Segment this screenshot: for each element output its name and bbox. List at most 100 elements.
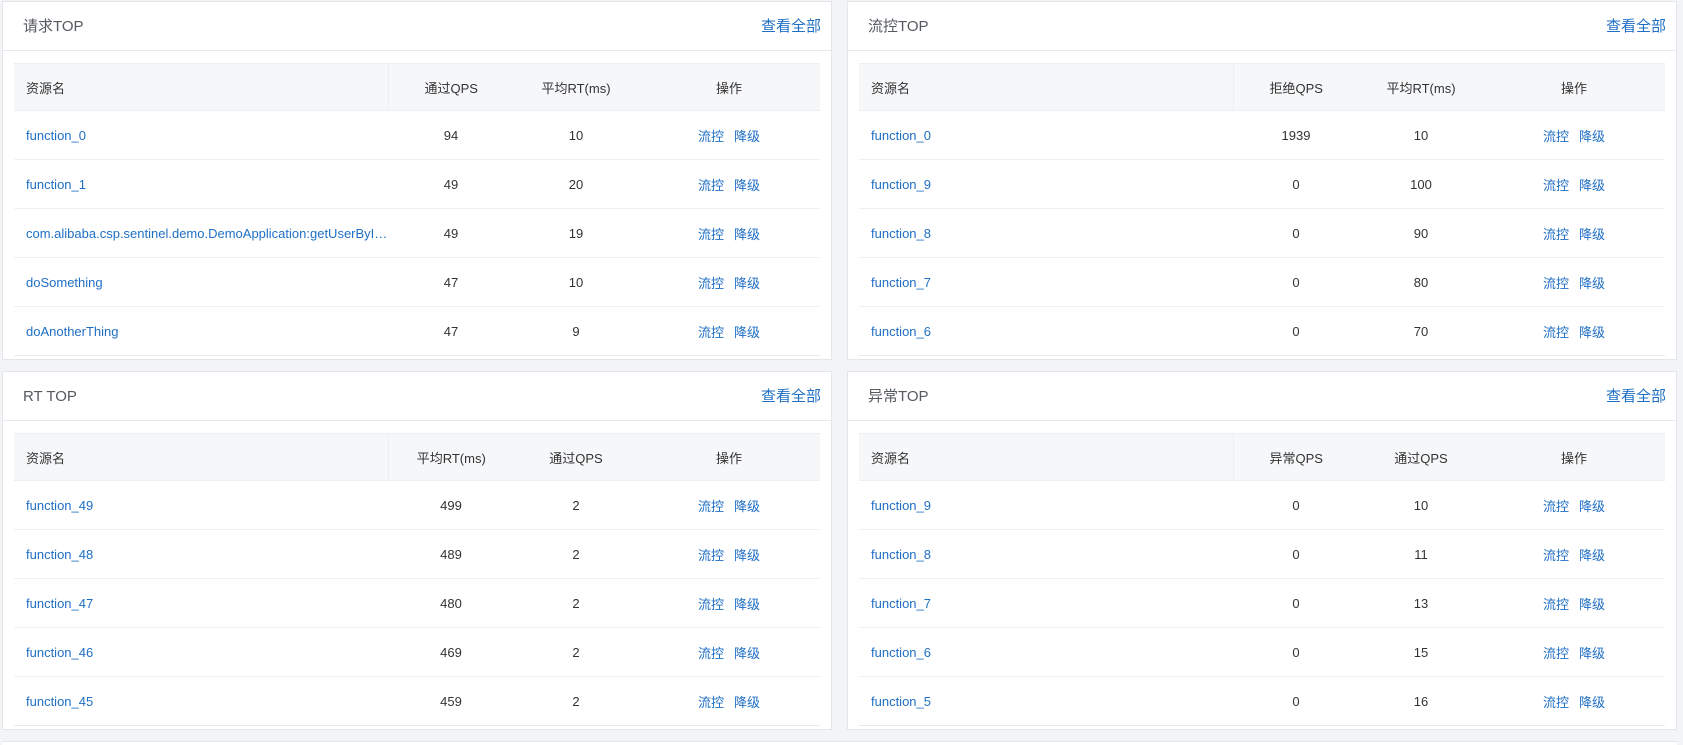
- flow-control-link[interactable]: 流控: [698, 594, 724, 613]
- metric-1-value: 0: [1233, 676, 1359, 726]
- panel-title: 请求TOP: [23, 18, 84, 35]
- resource-name-link[interactable]: function_48: [14, 529, 388, 579]
- metric-1-value: 47: [388, 257, 514, 307]
- exception-top-table: 资源名 异常QPS 通过QPS 操作 function_9 0 10 流控 降级 function…: [859, 433, 1665, 726]
- resource-name-link[interactable]: function_45: [14, 676, 388, 726]
- resource-name-link[interactable]: function_7: [859, 257, 1233, 307]
- flow-control-link[interactable]: 流控: [698, 175, 724, 194]
- degrade-link[interactable]: 降级: [1579, 273, 1605, 292]
- resource-name-link[interactable]: function_49: [14, 480, 388, 530]
- row-actions: 流控 降级: [1483, 159, 1665, 209]
- column-header-resource: 资源名: [14, 63, 389, 111]
- flow-control-link[interactable]: 流控: [1543, 692, 1569, 711]
- resource-name-link[interactable]: doAnotherThing: [14, 306, 388, 356]
- panel-title: 流控TOP: [868, 18, 929, 35]
- metric-1-value: 0: [1233, 480, 1359, 530]
- flow-control-link[interactable]: 流控: [698, 643, 724, 662]
- resource-name-link[interactable]: doSomething: [14, 257, 388, 307]
- column-header-actions: 操作: [638, 433, 820, 481]
- table-header-row: 资源名 异常QPS 通过QPS 操作: [859, 433, 1665, 481]
- resource-name-link[interactable]: function_47: [14, 578, 388, 628]
- resource-name-link[interactable]: function_46: [14, 627, 388, 677]
- flow-control-link[interactable]: 流控: [1543, 224, 1569, 243]
- table-row: function_45 459 2 流控 降级: [14, 676, 820, 726]
- flow-control-link[interactable]: 流控: [1543, 594, 1569, 613]
- flow-control-link[interactable]: 流控: [1543, 126, 1569, 145]
- resource-name-link[interactable]: function_6: [859, 627, 1233, 677]
- degrade-link[interactable]: 降级: [734, 545, 760, 564]
- degrade-link[interactable]: 降级: [1579, 322, 1605, 341]
- flow-control-link[interactable]: 流控: [1543, 175, 1569, 194]
- metric-2-value: 16: [1359, 676, 1483, 726]
- degrade-link[interactable]: 降级: [734, 175, 760, 194]
- metric-1-value: 47: [388, 306, 514, 356]
- table-row: function_0 1939 10 流控 降级: [859, 110, 1665, 160]
- degrade-link[interactable]: 降级: [1579, 126, 1605, 145]
- flow-control-link[interactable]: 流控: [1543, 496, 1569, 515]
- degrade-link[interactable]: 降级: [1579, 224, 1605, 243]
- flow-control-link[interactable]: 流控: [698, 126, 724, 145]
- column-header-metric-1: 平均RT(ms): [388, 433, 514, 481]
- metric-2-value: 10: [514, 257, 638, 307]
- row-actions: 流控 降级: [638, 578, 820, 628]
- flow-control-link[interactable]: 流控: [698, 545, 724, 564]
- resource-name-link[interactable]: function_8: [859, 529, 1233, 579]
- degrade-link[interactable]: 降级: [734, 126, 760, 145]
- flow-control-link[interactable]: 流控: [1543, 643, 1569, 662]
- flow-control-link[interactable]: 流控: [1543, 273, 1569, 292]
- degrade-link[interactable]: 降级: [734, 273, 760, 292]
- resource-name-link[interactable]: function_1: [14, 159, 388, 209]
- resource-name-link[interactable]: function_9: [859, 159, 1233, 209]
- resource-name-link[interactable]: function_9: [859, 480, 1233, 530]
- degrade-link[interactable]: 降级: [734, 496, 760, 515]
- flow-control-link[interactable]: 流控: [1543, 545, 1569, 564]
- view-all-link[interactable]: 查看全部: [761, 388, 821, 406]
- flow-control-link[interactable]: 流控: [698, 322, 724, 341]
- table-row: function_8 0 11 流控 降级: [859, 529, 1665, 579]
- column-header-actions: 操作: [1483, 433, 1665, 481]
- degrade-link[interactable]: 降级: [734, 224, 760, 243]
- flow-control-link[interactable]: 流控: [698, 496, 724, 515]
- resource-name-link[interactable]: function_0: [14, 110, 388, 160]
- resource-name-link[interactable]: function_5: [859, 676, 1233, 726]
- degrade-link[interactable]: 降级: [734, 594, 760, 613]
- flow-control-link[interactable]: 流控: [698, 692, 724, 711]
- resource-name-link[interactable]: function_6: [859, 306, 1233, 356]
- view-all-link[interactable]: 查看全部: [1606, 18, 1666, 36]
- metric-2-value: 2: [514, 627, 638, 677]
- flow-control-link[interactable]: 流控: [698, 273, 724, 292]
- degrade-link[interactable]: 降级: [734, 322, 760, 341]
- next-panel-edge: [2, 741, 1677, 745]
- flow-control-link[interactable]: 流控: [1543, 322, 1569, 341]
- row-actions: 流控 降级: [638, 480, 820, 530]
- view-all-link[interactable]: 查看全部: [761, 18, 821, 36]
- metric-2-value: 90: [1359, 208, 1483, 258]
- view-all-link[interactable]: 查看全部: [1606, 388, 1666, 406]
- resource-name-link[interactable]: com.alibaba.csp.sentinel.demo.DemoApplic…: [14, 208, 388, 258]
- resource-name-link[interactable]: function_0: [859, 110, 1233, 160]
- degrade-link[interactable]: 降级: [1579, 594, 1605, 613]
- degrade-link[interactable]: 降级: [1579, 496, 1605, 515]
- degrade-link[interactable]: 降级: [1579, 692, 1605, 711]
- degrade-link[interactable]: 降级: [1579, 175, 1605, 194]
- metric-2-value: 11: [1359, 529, 1483, 579]
- column-header-resource: 资源名: [14, 433, 389, 481]
- degrade-link[interactable]: 降级: [734, 692, 760, 711]
- degrade-link[interactable]: 降级: [734, 643, 760, 662]
- row-actions: 流控 降级: [638, 110, 820, 160]
- degrade-link[interactable]: 降级: [1579, 643, 1605, 662]
- column-header-resource: 资源名: [859, 433, 1234, 481]
- table-row: function_1 49 20 流控 降级: [14, 159, 820, 209]
- flow-control-link[interactable]: 流控: [698, 224, 724, 243]
- resource-name-link[interactable]: function_7: [859, 578, 1233, 628]
- metric-1-value: 0: [1233, 257, 1359, 307]
- row-actions: 流控 降级: [1483, 627, 1665, 677]
- metric-1-value: 0: [1233, 529, 1359, 579]
- metric-2-value: 9: [514, 306, 638, 356]
- row-actions: 流控 降级: [1483, 208, 1665, 258]
- table-row: doAnotherThing 47 9 流控 降级: [14, 306, 820, 356]
- resource-name-link[interactable]: function_8: [859, 208, 1233, 258]
- metric-2-value: 80: [1359, 257, 1483, 307]
- degrade-link[interactable]: 降级: [1579, 545, 1605, 564]
- metric-2-value: 2: [514, 529, 638, 579]
